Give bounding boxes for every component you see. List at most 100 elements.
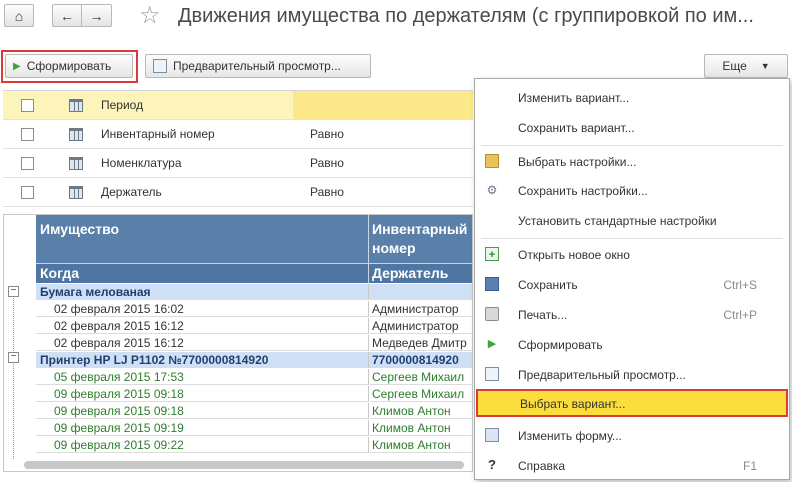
filter-row-inventory-number[interactable]: Инвентарный номер Равно [3,120,473,149]
menu-item-standard-settings[interactable]: Установить стандартные настройки [475,206,789,234]
folder-icon [485,154,499,168]
more-button[interactable]: Еще ▼ [704,54,788,78]
back-button[interactable]: ← [52,4,82,27]
header-inventory-number: Инвентарный номер [370,215,472,263]
header-inventory-number-line1: Инвентарный [372,221,468,237]
cell-holder: Климов Антон [370,420,472,436]
caret-down-icon: ▼ [760,61,770,71]
horizontal-scrollbar[interactable] [24,461,464,469]
filter-row-holder[interactable]: Держатель Равно [3,178,473,207]
favorite-star-icon[interactable]: ☆ [139,1,161,30]
table-row[interactable]: 05 февраля 2015 17:53 Сергеев Михаил [36,369,472,385]
menu-item-open-new-window[interactable]: + Открыть новое окно [475,240,789,268]
save-icon [485,277,499,291]
home-button[interactable]: ⌂ [4,4,34,27]
cell-holder: Сергеев Михаил [370,386,472,402]
filter-condition: Равно [310,127,344,141]
table-row[interactable]: 02 февраля 2015 16:02 Администратор [36,301,472,317]
filter-condition: Равно [310,185,344,199]
table-row[interactable]: Принтер HP LJ P1102 №7700000814920 77000… [36,352,472,368]
menu-item-label: Справка [518,459,566,473]
play-icon: ▶ [13,60,21,72]
more-button-label: Еще [722,59,747,73]
menu-item-label: Сохранить настройки... [518,184,648,198]
cell-holder: Климов Антон [370,403,472,419]
filter-name: Инвентарный номер [101,127,215,141]
title-bar: ⌂ ← → ☆ Движения имущества по держателям… [0,0,792,34]
menu-separator [481,238,783,239]
print-icon [485,307,499,321]
settings-save-icon: ⚙ [486,183,498,197]
menu-item-label: Изменить форму... [518,429,622,443]
filter-condition: Равно [310,156,344,170]
menu-item-select-settings[interactable]: Выбрать настройки... [475,147,789,175]
cell-date: 09 февраля 2015 09:22 [36,437,369,453]
table-row[interactable]: 02 февраля 2015 16:12 Медведев Дмитр [36,335,472,351]
menu-item-label: Открыть новое окно [518,248,630,262]
header-when: Когда [36,264,369,283]
cell-date: 05 февраля 2015 17:53 [36,369,369,385]
menu-item-print[interactable]: Печать... Ctrl+P [475,300,789,328]
cell-holder: Сергеев Михаил [370,369,472,385]
preview-button-label: Предварительный просмотр... [173,59,341,73]
generate-button[interactable]: ▶ Сформировать [5,54,133,78]
filter-name: Номенклатура [101,156,182,170]
form-settings-icon [485,428,499,442]
filter-field-icon [69,186,83,199]
collapse-group-icon[interactable]: − [8,286,19,297]
filter-name: Держатель [101,185,162,199]
filter-checkbox[interactable] [21,157,34,170]
filter-field-icon [69,99,83,112]
page-title: Движения имущества по держателям (с груп… [178,5,754,27]
new-window-icon: + [485,247,499,261]
tree-guide-line [13,291,14,459]
menu-item-preview[interactable]: Предварительный просмотр... [475,360,789,388]
filter-value-cell[interactable] [293,91,473,119]
forward-button[interactable]: → [82,4,112,27]
table-row[interactable]: 09 февраля 2015 09:22 Климов Антон [36,437,472,453]
table-row[interactable]: 09 февраля 2015 09:18 Климов Антон [36,403,472,419]
menu-item-save-settings[interactable]: ⚙ Сохранить настройки... [475,176,789,204]
menu-item-change-variant[interactable]: Изменить вариант... [475,83,789,111]
menu-item-save-variant[interactable]: Сохранить вариант... [475,113,789,141]
menu-shortcut: F1 [742,459,757,473]
help-icon: ? [488,457,496,472]
cell-holder [370,284,472,300]
cell-date: 02 февраля 2015 16:02 [36,301,369,317]
cell-property: Принтер HP LJ P1102 №7700000814920 [36,352,369,368]
menu-item-help[interactable]: ? Справка F1 [475,451,789,479]
menu-item-label: Сформировать [518,338,603,352]
filter-row-period[interactable]: Период [3,91,473,120]
report-spreadsheet[interactable]: Имущество Инвентарный номер Когда Держат… [3,214,473,472]
table-row[interactable]: 09 февраля 2015 09:19 Климов Антон [36,420,472,436]
menu-item-save[interactable]: Сохранить Ctrl+S [475,270,789,298]
preview-button[interactable]: Предварительный просмотр... [145,54,371,78]
table-row[interactable]: 09 февраля 2015 09:18 Сергеев Михаил [36,386,472,402]
cell-holder: Администратор [370,318,472,334]
menu-item-label: Сохранить вариант... [518,121,635,135]
menu-item-select-variant[interactable]: Выбрать вариант... [476,389,788,417]
cell-date: 02 февраля 2015 16:12 [36,335,369,351]
menu-shortcut: Ctrl+S [723,278,757,292]
table-row[interactable]: Бумага мелованая [36,284,472,300]
table-row[interactable]: 02 февраля 2015 16:12 Администратор [36,318,472,334]
filter-field-icon [69,128,83,141]
menu-item-generate[interactable]: ▶ Сформировать [475,330,789,358]
cell-date: 09 февраля 2015 09:18 [36,403,369,419]
menu-item-change-form[interactable]: Изменить форму... [475,421,789,449]
filter-checkbox[interactable] [21,186,34,199]
cell-date: 02 февраля 2015 16:12 [36,318,369,334]
cell-date: 09 февраля 2015 09:19 [36,420,369,436]
menu-item-label: Изменить вариант... [518,91,630,105]
filter-row-nomenclature[interactable]: Номенклатура Равно [3,149,473,178]
preview-icon [153,59,167,73]
header-inventory-number-line2: номер [372,240,416,256]
menu-separator [481,145,783,146]
filter-field-icon [69,157,83,170]
filter-checkbox[interactable] [21,128,34,141]
collapse-group-icon[interactable]: − [8,352,19,363]
menu-item-label: Печать... [518,308,568,322]
filter-checkbox[interactable] [21,99,34,112]
menu-item-label: Предварительный просмотр... [518,368,686,382]
cell-holder: Климов Антон [370,437,472,453]
